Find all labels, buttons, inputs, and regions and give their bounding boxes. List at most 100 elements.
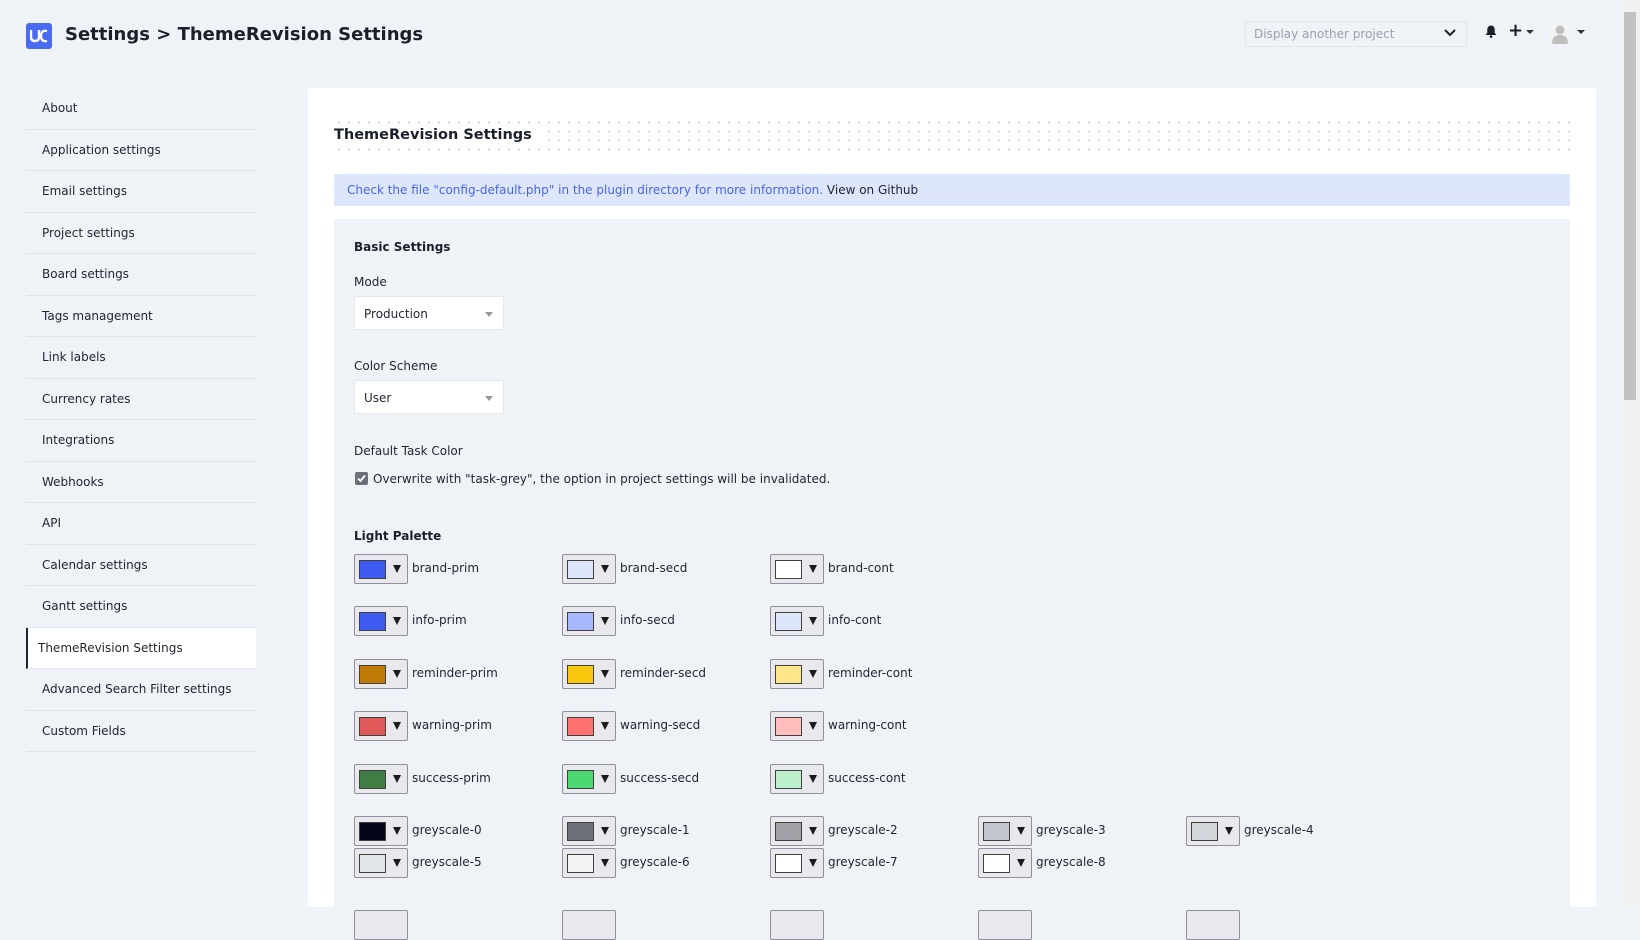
palette-label: reminder-secd <box>620 666 707 680</box>
color-swatch <box>359 770 386 789</box>
sidebar-item-currency-rates[interactable]: Currency rates <box>26 379 256 420</box>
color-picker-reminder-cont[interactable] <box>770 659 824 689</box>
mode-select[interactable]: Production <box>354 296 504 330</box>
sidebar-item-themerevision-settings[interactable]: ThemeRevision Settings <box>26 627 256 669</box>
color-picker-info-cont[interactable] <box>770 606 824 636</box>
color-picker[interactable] <box>770 910 824 940</box>
bell-icon[interactable] <box>1485 25 1497 38</box>
color-picker-greyscale-3[interactable] <box>978 816 1032 846</box>
info-alert: Check the file "config-default.php" in t… <box>334 174 1570 206</box>
color-swatch <box>567 854 594 873</box>
color-picker-reminder-secd[interactable] <box>562 659 616 689</box>
color-scheme-select[interactable]: User <box>354 380 504 414</box>
color-picker-info-secd[interactable] <box>562 606 616 636</box>
color-picker-brand-cont[interactable] <box>770 554 824 584</box>
palette-label: brand-cont <box>828 561 894 575</box>
sidebar-item-custom-fields[interactable]: Custom Fields <box>26 711 256 752</box>
github-link[interactable]: View on Github <box>827 183 918 197</box>
sidebar-item-about[interactable]: About <box>26 88 256 130</box>
sidebar-item-api[interactable]: API <box>26 503 256 545</box>
color-swatch <box>359 612 386 631</box>
avatar[interactable] <box>1550 22 1570 44</box>
color-picker-brand-secd[interactable] <box>562 554 616 584</box>
palette-label: brand-secd <box>620 561 688 575</box>
palette-label: info-prim <box>412 613 467 627</box>
color-swatch <box>983 854 1010 873</box>
caret-down-icon <box>485 312 493 317</box>
caret-down-icon[interactable] <box>1577 30 1585 34</box>
triangle-down-icon <box>809 859 817 867</box>
top-header: Settings > ThemeRevision Settings Displa… <box>0 0 1620 72</box>
sidebar-item-application-settings[interactable]: Application settings <box>26 130 256 171</box>
triangle-down-icon <box>601 617 609 625</box>
color-picker-warning-prim[interactable] <box>354 711 408 741</box>
overwrite-text: Overwrite with "task-grey", the option i… <box>373 472 831 486</box>
triangle-down-icon <box>393 775 401 783</box>
app-logo[interactable] <box>26 23 52 49</box>
page-scrollbar[interactable] <box>1620 0 1640 907</box>
color-picker-greyscale-0[interactable] <box>354 816 408 846</box>
triangle-down-icon <box>601 775 609 783</box>
palette-label: warning-secd <box>620 718 701 732</box>
color-picker-greyscale-5[interactable] <box>354 848 408 878</box>
color-picker-greyscale-4[interactable] <box>1186 816 1240 846</box>
color-swatch <box>567 770 594 789</box>
section-title: ThemeRevision Settings <box>334 127 540 143</box>
light-palette-title: Light Palette <box>354 529 442 543</box>
palette-label: greyscale-5 <box>412 855 482 869</box>
color-picker-warning-secd[interactable] <box>562 711 616 741</box>
caret-down-icon[interactable] <box>1526 30 1534 34</box>
project-switcher[interactable]: Display another project <box>1245 21 1467 47</box>
color-picker-greyscale-8[interactable] <box>978 848 1032 878</box>
color-picker-greyscale-2[interactable] <box>770 816 824 846</box>
sidebar-item-board-settings[interactable]: Board settings <box>26 254 256 296</box>
color-picker-info-prim[interactable] <box>354 606 408 636</box>
sidebar-item-tags-management[interactable]: Tags management <box>26 296 256 337</box>
color-picker-brand-prim[interactable] <box>354 554 408 584</box>
color-picker[interactable] <box>562 910 616 940</box>
palette-label: success-secd <box>620 771 700 785</box>
color-picker-success-secd[interactable] <box>562 764 616 794</box>
color-picker-greyscale-1[interactable] <box>562 816 616 846</box>
triangle-down-icon <box>809 617 817 625</box>
color-picker-warning-cont[interactable] <box>770 711 824 741</box>
sidebar-item-email-settings[interactable]: Email settings <box>26 171 256 213</box>
logo-icon <box>30 29 48 43</box>
sidebar-item-gantt-settings[interactable]: Gantt settings <box>26 586 256 628</box>
plus-icon[interactable]: + <box>1508 22 1523 40</box>
color-swatch <box>359 854 386 873</box>
color-swatch <box>775 612 802 631</box>
color-picker-success-cont[interactable] <box>770 764 824 794</box>
color-picker-success-prim[interactable] <box>354 764 408 794</box>
basic-settings-title: Basic Settings <box>354 240 451 254</box>
overwrite-checkbox[interactable] <box>355 472 368 485</box>
checkmark-icon <box>357 474 366 483</box>
sidebar-item-link-labels[interactable]: Link labels <box>26 337 256 379</box>
sidebar-item-project-settings[interactable]: Project settings <box>26 213 256 254</box>
sidebar-item-integrations[interactable]: Integrations <box>26 420 256 462</box>
sidebar-item-webhooks[interactable]: Webhooks <box>26 462 256 503</box>
color-picker[interactable] <box>978 910 1032 940</box>
color-swatch <box>567 665 594 684</box>
color-swatch <box>567 717 594 736</box>
color-picker[interactable] <box>354 910 408 940</box>
color-swatch <box>359 717 386 736</box>
color-picker-greyscale-6[interactable] <box>562 848 616 878</box>
settings-form: Basic Settings Mode Production Color Sch… <box>334 219 1570 940</box>
color-swatch <box>775 717 802 736</box>
info-text: Check the file "config-default.php" in t… <box>347 183 824 197</box>
palette-label: warning-prim <box>412 718 492 732</box>
triangle-down-icon <box>1017 859 1025 867</box>
triangle-down-icon <box>809 670 817 678</box>
triangle-down-icon <box>601 722 609 730</box>
color-swatch <box>983 822 1010 841</box>
color-picker-greyscale-7[interactable] <box>770 848 824 878</box>
caret-down-icon <box>485 396 493 401</box>
color-swatch <box>1191 822 1218 841</box>
palette-label: warning-cont <box>828 718 907 732</box>
color-picker-reminder-prim[interactable] <box>354 659 408 689</box>
scrollbar-thumb[interactable] <box>1624 12 1636 400</box>
sidebar-item-calendar-settings[interactable]: Calendar settings <box>26 545 256 586</box>
sidebar-item-advanced-search-filter-settings[interactable]: Advanced Search Filter settings <box>26 669 256 711</box>
color-picker[interactable] <box>1186 910 1240 940</box>
